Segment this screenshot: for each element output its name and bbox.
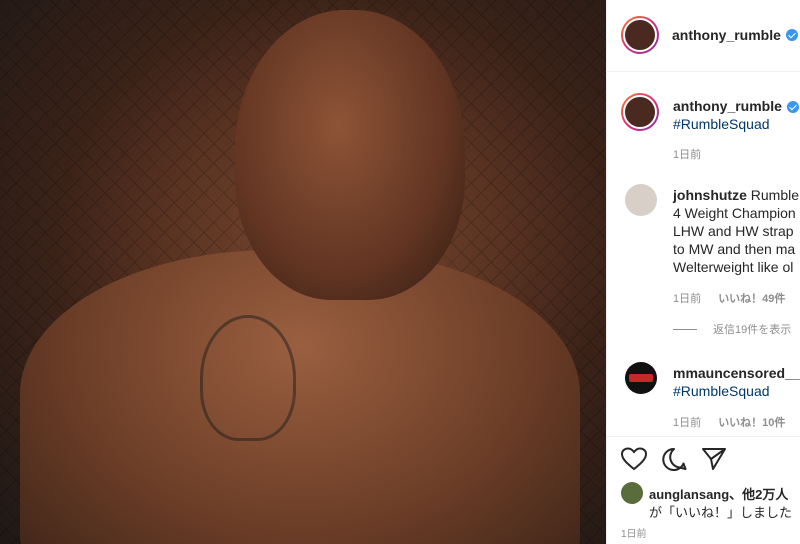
comment-time[interactable]: 1日前 xyxy=(673,417,701,429)
header-divider xyxy=(607,71,800,72)
comment-text-line: Welterweight like ol xyxy=(673,259,794,275)
post-time[interactable]: 1日前 xyxy=(621,525,647,540)
share-icon[interactable] xyxy=(701,447,727,471)
comment-icon[interactable] xyxy=(661,447,687,471)
heart-icon[interactable] xyxy=(621,447,647,471)
comment-avatar[interactable] xyxy=(625,362,657,394)
post-header: anthony_rumble • xyxy=(621,16,800,54)
view-replies-label: 返信19件を表示 xyxy=(713,324,792,336)
comment-text-line: Rumble xyxy=(750,187,800,203)
caption-username[interactable]: anthony_rumble xyxy=(673,98,782,114)
action-bar xyxy=(621,447,727,471)
verified-badge-icon xyxy=(786,101,799,114)
view-replies-button[interactable]: 返信19件を表示 xyxy=(673,321,791,337)
comment-text-line: 4 Weight Champion xyxy=(673,205,796,221)
fighter-head xyxy=(235,10,465,300)
liker-avatar[interactable] xyxy=(621,482,643,504)
instagram-post: anthony_rumble • anthony_rumble #RumbleS… xyxy=(0,0,800,544)
liked-by-suffix: が「いいね！」しました xyxy=(649,505,793,520)
comment-username[interactable]: johnshutze xyxy=(673,187,747,203)
post-photo[interactable] xyxy=(0,0,606,544)
fighter-torso xyxy=(20,250,580,544)
chest-tattoo xyxy=(200,315,296,441)
replies-line xyxy=(673,328,697,330)
comment-time[interactable]: 1日前 xyxy=(673,293,701,305)
comment-text-line: LHW and HW strap xyxy=(673,223,794,239)
verified-badge-icon xyxy=(785,29,798,41)
comment-likes[interactable]: いいね！10件 xyxy=(718,417,785,429)
actions-divider xyxy=(607,436,800,437)
header-avatar[interactable] xyxy=(621,16,659,54)
comment-hashtag[interactable]: #RumbleSquad xyxy=(673,382,800,400)
comment-text-line: to MW and then ma xyxy=(673,241,796,257)
comment-avatar[interactable] xyxy=(625,184,657,216)
header-username[interactable]: anthony_rumble xyxy=(672,27,781,43)
post-sidebar: anthony_rumble • anthony_rumble #RumbleS… xyxy=(606,0,800,544)
liked-by-text[interactable]: aunglansang、他2万人 xyxy=(649,484,788,503)
caption-avatar[interactable] xyxy=(621,93,659,131)
caption-time[interactable]: 1日前 xyxy=(673,146,799,164)
caption-hashtag[interactable]: #RumbleSquad xyxy=(673,115,799,133)
comment-likes[interactable]: いいね！49件 xyxy=(718,293,785,305)
comment-username[interactable]: mmauncensored__ xyxy=(673,364,800,382)
